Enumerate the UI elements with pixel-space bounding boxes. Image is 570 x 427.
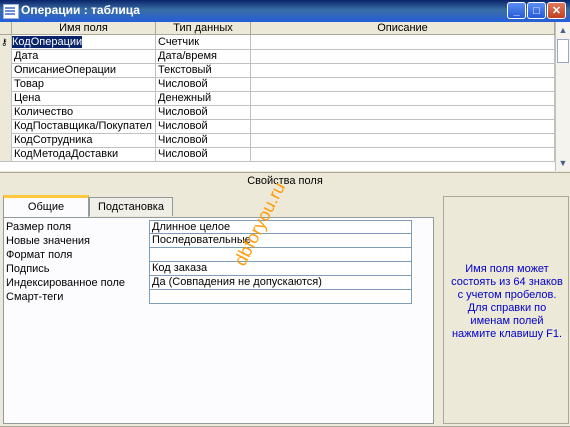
data-type-cell[interactable]: Текстовый <box>156 63 251 77</box>
table-row[interactable]: Товар Числовой <box>0 77 555 92</box>
scroll-thumb[interactable] <box>557 39 569 63</box>
column-header-field-name[interactable]: Имя поля <box>12 22 156 34</box>
field-grid[interactable]: Имя поля Тип данных Описание ⚷ КодОпераци… <box>0 22 555 171</box>
table-row[interactable]: Дата Дата/время <box>0 49 555 64</box>
property-label: Индексированное поле <box>6 277 125 289</box>
column-header-description[interactable]: Описание <box>251 22 555 34</box>
row-selector[interactable] <box>0 77 12 91</box>
property-value-field[interactable] <box>149 248 412 262</box>
table-row[interactable]: ⚷ КодОперации Счетчик <box>0 35 555 50</box>
field-name-cell[interactable]: Количество <box>12 105 156 119</box>
data-type-cell[interactable]: Числовой <box>156 77 251 91</box>
minimize-button[interactable]: _ <box>507 2 526 19</box>
property-label: Смарт-теги <box>6 291 64 303</box>
scroll-up-icon[interactable]: ▲ <box>556 22 570 38</box>
property-row: Формат поля <box>4 248 414 262</box>
row-selector[interactable] <box>0 119 12 133</box>
title-bar: Операции : таблица _ □ ✕ <box>0 0 570 22</box>
help-text: Имя поля может состоять из 64 знаков с у… <box>451 263 563 340</box>
field-name-cell[interactable]: Цена <box>12 91 156 105</box>
table-icon <box>3 4 19 19</box>
property-row: Подпись Код заказа <box>4 262 414 276</box>
description-cell[interactable] <box>251 49 555 63</box>
window-title: Операции : таблица <box>21 3 140 17</box>
property-value-field[interactable] <box>149 290 412 304</box>
data-type-cell[interactable]: Числовой <box>156 133 251 147</box>
field-name-cell[interactable]: КодОперации <box>12 35 156 49</box>
maximize-button[interactable]: □ <box>527 2 546 19</box>
property-value-field[interactable]: Код заказа <box>149 262 412 276</box>
property-label: Подпись <box>6 263 50 275</box>
field-name-cell[interactable]: КодПоставщика/Покупател <box>12 119 156 133</box>
selected-field-name[interactable]: КодОперации <box>12 36 83 48</box>
property-label: Размер поля <box>6 221 72 233</box>
tab-lookup[interactable]: Подстановка <box>89 197 173 216</box>
row-selector[interactable] <box>0 105 12 119</box>
field-name-cell[interactable]: Дата <box>12 49 156 63</box>
property-row: Смарт-теги <box>4 290 414 304</box>
grid-header: Имя поля Тип данных Описание <box>0 22 555 35</box>
column-header-data-type[interactable]: Тип данных <box>156 22 251 34</box>
table-row[interactable]: ОписаниеОперации Текстовый <box>0 63 555 78</box>
description-cell[interactable] <box>251 133 555 147</box>
description-cell[interactable] <box>251 147 555 161</box>
table-row[interactable]: КодСотрудника Числовой <box>0 133 555 148</box>
row-selector[interactable]: ⚷ <box>0 35 12 49</box>
tab-general[interactable]: Общие <box>3 195 89 217</box>
property-label: Формат поля <box>6 249 73 261</box>
grid-vertical-scrollbar[interactable]: ▲ ▼ <box>555 22 570 171</box>
scroll-down-icon[interactable]: ▼ <box>556 155 570 171</box>
table-row[interactable]: Количество Числовой <box>0 105 555 120</box>
help-panel: Имя поля может состоять из 64 знаков с у… <box>443 196 569 424</box>
row-selector[interactable] <box>0 133 12 147</box>
data-type-cell[interactable]: Дата/время <box>156 49 251 63</box>
field-name-cell[interactable]: Товар <box>12 77 156 91</box>
close-button[interactable]: ✕ <box>547 2 566 19</box>
data-type-cell[interactable]: Денежный <box>156 91 251 105</box>
row-selector[interactable] <box>0 91 12 105</box>
table-row[interactable]: Цена Денежный <box>0 91 555 106</box>
property-row: Размер поля Длинное целое <box>4 220 414 234</box>
description-cell[interactable] <box>251 63 555 77</box>
data-type-cell[interactable]: Счетчик <box>156 35 251 49</box>
row-selector[interactable] <box>0 147 12 161</box>
table-row[interactable]: КодПоставщика/Покупател Числовой <box>0 119 555 134</box>
description-cell[interactable] <box>251 91 555 105</box>
description-cell[interactable] <box>251 35 555 49</box>
property-value-field[interactable]: Да (Совпадения не допускаются) <box>149 276 412 290</box>
field-name-cell[interactable]: ОписаниеОперации <box>12 63 156 77</box>
description-cell[interactable] <box>251 105 555 119</box>
field-name-cell[interactable]: КодСотрудника <box>12 133 156 147</box>
row-selector[interactable] <box>0 63 12 77</box>
data-type-cell[interactable]: Числовой <box>156 105 251 119</box>
general-properties-panel: Размер поля Длинное целое Новые значения По… <box>3 217 434 424</box>
property-row: Индексированное поле Да (Совпадения не до… <box>4 276 414 290</box>
row-selector[interactable] <box>0 49 12 63</box>
property-row: Новые значения Последовательные <box>4 234 414 248</box>
primary-key-icon: ⚷ <box>1 37 8 47</box>
data-type-cell[interactable]: Числовой <box>156 147 251 161</box>
description-cell[interactable] <box>251 77 555 91</box>
data-type-cell[interactable]: Числовой <box>156 119 251 133</box>
property-value-field[interactable]: Последовательные <box>149 234 412 248</box>
table-row[interactable]: КодМетодаДоставки Числовой <box>0 147 555 162</box>
description-cell[interactable] <box>251 119 555 133</box>
property-value-field[interactable]: Длинное целое <box>149 220 412 234</box>
row-selector-header <box>0 22 12 34</box>
field-name-cell[interactable]: КодМетодаДоставки <box>12 147 156 161</box>
property-label: Новые значения <box>6 235 91 247</box>
